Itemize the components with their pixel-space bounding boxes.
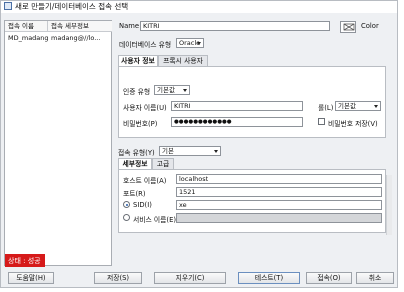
connection-type-value: 기본 [162, 147, 174, 155]
role-label: 롤(L) [318, 104, 334, 112]
save-button[interactable]: 저장(S) [94, 272, 142, 284]
column-header-detail[interactable]: 접속 세부정보 [48, 21, 112, 32]
username-input[interactable]: KITRI [171, 101, 303, 111]
database-type-select[interactable]: Oracle [176, 38, 204, 48]
tab-advanced[interactable]: 고급 [152, 158, 174, 169]
chevron-down-icon [374, 105, 378, 108]
connection-row-name[interactable]: MD_madang [8, 33, 48, 43]
role-value: 기본값 [338, 102, 356, 110]
connect-button[interactable]: 접속(O) [306, 272, 352, 284]
connection-row-detail[interactable]: madang@//lo... [51, 33, 111, 43]
database-type-label: 데이터베이스 유형 [119, 41, 172, 49]
database-icon [4, 2, 12, 10]
name-label: Name [119, 22, 140, 30]
hostname-label: 호스트 이름(A) [123, 177, 167, 185]
color-label: Color [361, 22, 379, 30]
connection-type-label: 접속 유형(Y) [118, 149, 155, 157]
auth-type-value: 기본값 [157, 86, 175, 94]
sid-input[interactable]: xe [176, 200, 382, 210]
port-label: 포트(R) [123, 190, 146, 198]
save-password-label: 비밀번호 저장(V) [328, 120, 378, 128]
service-name-radio[interactable] [123, 214, 130, 221]
window-title: 새로 만들기/데이터베이스 접속 선택 [15, 2, 129, 11]
password-label: 비밀번호(P) [123, 120, 158, 128]
chevron-down-icon [183, 89, 187, 92]
service-name-label: 서비스 이름(E) [133, 216, 177, 224]
username-label: 사용자 이름(U) [123, 104, 167, 112]
status-text: 상태 : 성공 [8, 257, 41, 265]
column-header-name[interactable]: 접속 이름 [5, 21, 47, 32]
chevron-down-icon [197, 42, 201, 45]
port-input[interactable]: 1521 [176, 187, 382, 197]
auth-type-label: 인증 유형 [123, 88, 151, 96]
service-name-input[interactable] [176, 213, 382, 223]
tab-proxy-user[interactable]: 프록시 사용자 [158, 55, 208, 66]
role-select[interactable]: 기본값 [335, 101, 381, 111]
cancel-button[interactable]: 취소 [356, 272, 394, 284]
help-button[interactable]: 도움말(H) [8, 272, 54, 284]
details-scrollbar[interactable] [386, 175, 392, 235]
connection-name-input[interactable]: KITRI [140, 21, 330, 31]
chevron-down-icon [214, 150, 218, 153]
test-button[interactable]: 테스트(T) [238, 272, 300, 284]
color-swatch-icon [343, 23, 355, 31]
connection-type-select[interactable]: 기본 [159, 146, 221, 156]
sid-radio[interactable] [123, 201, 130, 208]
connection-list[interactable]: 접속 이름 접속 세부정보 MD_madang madang@//lo... [4, 20, 112, 266]
tab-user-info[interactable]: 사용자 정보 [118, 55, 158, 66]
sid-label: SID(I) [133, 201, 152, 209]
tab-details[interactable]: 세부정보 [118, 158, 152, 169]
save-password-checkbox[interactable] [318, 118, 325, 125]
auth-type-select[interactable]: 기본값 [154, 85, 190, 95]
clear-button[interactable]: 지우기(C) [154, 272, 226, 284]
color-picker-button[interactable] [340, 21, 356, 33]
hostname-input[interactable]: localhost [176, 174, 382, 184]
password-input[interactable]: ●●●●●●●●●●●● [171, 117, 303, 127]
